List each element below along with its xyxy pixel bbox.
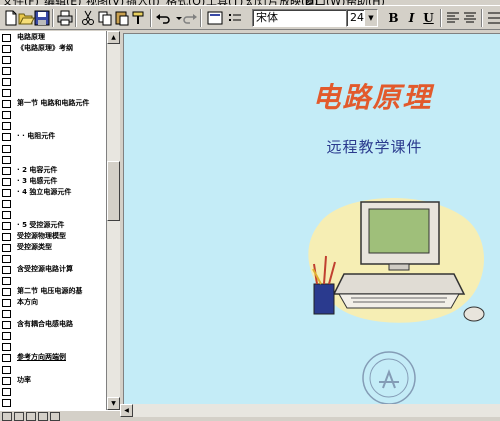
- slide-icon: [2, 188, 11, 197]
- slide-icon: [2, 45, 11, 54]
- computer-clipart: [308, 197, 485, 323]
- slide-icon: [2, 199, 11, 208]
- redo-icon[interactable]: [181, 9, 199, 27]
- slide-pane: 电路原理 远程教学课件: [120, 31, 500, 410]
- scroll-thumb[interactable]: [107, 161, 120, 221]
- outline-item-label: 第二节 电压电源的基: [17, 287, 83, 296]
- slide-icon: [2, 122, 11, 131]
- outline-item-label: · 4 独立电源元件: [17, 187, 72, 196]
- slide-icon: [2, 34, 11, 42]
- outline-pane[interactable]: 电路原理《电路原理》考纲第一节 电路和电路元件 · · 电阻元件 · 2 电容元件 ·…: [0, 31, 107, 410]
- slide-icon: [2, 310, 11, 319]
- slide-icon: [2, 243, 11, 252]
- outline-item-label: 受控源类型: [17, 242, 52, 251]
- slide-icon: [2, 144, 11, 153]
- slide-icon: [2, 232, 11, 241]
- align-left-icon[interactable]: [444, 9, 462, 27]
- bold-button[interactable]: B: [385, 9, 402, 27]
- slideshow-icon[interactable]: [50, 412, 60, 421]
- format-painter-icon[interactable]: [130, 9, 148, 27]
- align-center-icon[interactable]: [461, 9, 479, 27]
- slide-icon: [2, 56, 11, 65]
- font-size-value: 24: [350, 11, 364, 24]
- normal-view-icon[interactable]: [2, 412, 12, 421]
- scroll-down-icon[interactable]: ▼: [107, 397, 120, 410]
- scroll-up-icon[interactable]: ▲: [107, 31, 120, 44]
- outline-item-label: 含受控源电路计算: [17, 265, 73, 274]
- slide-subtitle[interactable]: 远程教学课件: [124, 136, 500, 157]
- outline-item-label: 本方向: [17, 298, 38, 307]
- slide-icon: [2, 387, 11, 396]
- slide-icon: [2, 78, 11, 87]
- print-icon[interactable]: [56, 9, 74, 27]
- slide-icon: [2, 155, 11, 164]
- toolbar: 宋体 ▼ 24 ▼ B I U: [0, 6, 500, 30]
- slide-icon: [2, 255, 11, 263]
- slide-icon: [2, 210, 11, 219]
- university-seal-icon: [362, 351, 416, 405]
- slide-icon: [2, 277, 11, 286]
- slide-icon: [2, 221, 11, 230]
- undo-dropdown-icon[interactable]: [170, 9, 182, 27]
- sorter-view-icon[interactable]: [38, 412, 48, 421]
- powerpoint-window: 文件(F)编辑(E)视图(V)插入(I)格式(O)工具(T)幻灯片放映(D)窗口…: [0, 0, 500, 421]
- slide-icon: [2, 343, 11, 352]
- slide-icon: [2, 365, 11, 374]
- outline-item-label: · 5 受控源元件: [17, 220, 65, 229]
- outline-item-label: · 2 电容元件: [17, 165, 58, 174]
- slide-icon: [2, 166, 11, 175]
- font-size-select[interactable]: 24 ▼: [346, 9, 378, 27]
- distribute-icon[interactable]: [485, 9, 500, 27]
- outline-item-label: · 3 电感元件: [17, 176, 58, 185]
- slide-icon: [2, 376, 11, 385]
- view-buttons-bar: [0, 410, 120, 421]
- save-icon[interactable]: [33, 9, 51, 27]
- outline-item-label: 第一节 电路和电路元件: [17, 99, 90, 108]
- slide-icon: [2, 133, 11, 142]
- slide-icon: [2, 332, 11, 341]
- slide-icon: [2, 288, 11, 297]
- slide-icon: [2, 299, 11, 308]
- slide-icon: [2, 100, 11, 109]
- slide-icon: [2, 89, 11, 98]
- outline-item-label: 电路原理: [17, 33, 45, 41]
- slide-icon: [2, 177, 11, 186]
- outline-item-label: 功率: [17, 375, 31, 384]
- slide-hscrollbar[interactable]: ◀: [120, 404, 500, 417]
- slide-icon: [2, 354, 11, 363]
- outline-item-label: · · 电阻元件: [17, 132, 56, 141]
- slide-view-icon[interactable]: [26, 412, 36, 421]
- outline-view-icon[interactable]: [14, 412, 24, 421]
- outline-item-label: 参考方向两端例: [17, 353, 66, 362]
- slide-icon: [2, 266, 11, 275]
- outline-item-label: 《电路原理》考纲: [17, 44, 73, 53]
- slide-icon: [2, 398, 11, 407]
- slide-canvas[interactable]: 电路原理 远程教学课件: [123, 33, 500, 407]
- slide-icon: [2, 111, 11, 120]
- copy-icon[interactable]: [96, 9, 114, 27]
- scroll-left-icon[interactable]: ◀: [120, 404, 133, 417]
- slide-icon: [2, 67, 11, 76]
- italic-button[interactable]: I: [403, 9, 420, 27]
- underline-button[interactable]: U: [420, 9, 437, 27]
- outline-scrollbar[interactable]: ▲ ▼: [107, 31, 120, 410]
- outline-item-label: 含有耦合电感电路: [17, 320, 73, 329]
- outline-item-label: 受控源物理模型: [17, 231, 66, 240]
- cut-icon[interactable]: [79, 9, 97, 27]
- chevron-down-icon[interactable]: ▼: [364, 10, 377, 26]
- bullets-icon[interactable]: [226, 9, 244, 27]
- slide-title[interactable]: 电路原理: [124, 76, 500, 116]
- slide-icon: [2, 321, 11, 330]
- font-name-value: 宋体: [256, 11, 278, 24]
- slide-layout-icon[interactable]: [206, 9, 224, 27]
- paste-icon[interactable]: [113, 9, 131, 27]
